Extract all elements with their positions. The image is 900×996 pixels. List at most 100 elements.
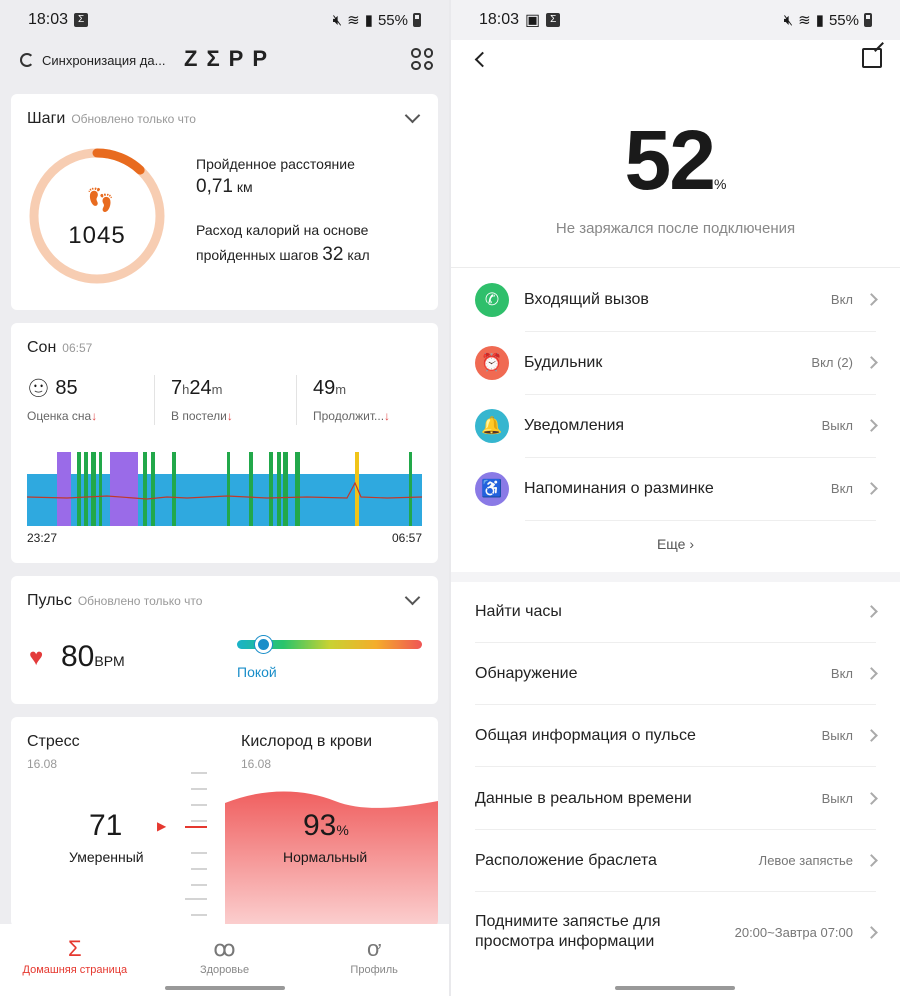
sleep-duration-label: Продолжит...↓ <box>313 409 391 423</box>
stress-oxygen-card[interactable]: Стресс 16.08 ▶ 71 Умеренный Кислород в к… <box>11 717 438 927</box>
feature-label: Входящий вызов <box>524 290 649 308</box>
app-header: Синхронизация да... ZΣPP <box>0 44 449 76</box>
chevron-right-icon <box>865 854 878 867</box>
feature-row-4[interactable]: ♿ Напоминания о разминке Вкл <box>451 457 900 520</box>
steps-title: Шаги Обновлено только что <box>27 110 196 127</box>
setting-label: Поднимите запястье для просмотра информа… <box>475 913 661 950</box>
alarm-icon: ⏰ <box>475 345 509 380</box>
profile-icon: ơ <box>366 936 382 961</box>
battery-icon <box>413 13 421 27</box>
battery-percent: 55% <box>377 11 408 29</box>
home-sigma-icon: Σ <box>68 936 82 961</box>
calories-unit: кал <box>347 247 370 263</box>
steps-updated: Обновлено только что <box>71 112 196 126</box>
gesture-handle <box>165 986 285 990</box>
device-settings-screen: 18:03 ▣ Σ 🔇︎ ≋ ▮ 55% 52% Не заряжался после п… <box>451 0 900 996</box>
setting-label: Найти часы <box>475 602 562 620</box>
zepp-notification-icon: Σ <box>74 13 89 27</box>
calories-value: 32 <box>322 244 344 265</box>
setting-row-6[interactable]: Поднимите запястье для просмотра информа… <box>451 891 900 973</box>
feature-row-2[interactable]: ⏰ Будильник Вкл (2) <box>451 331 900 394</box>
stress-pointer-icon: ▶ <box>157 819 167 833</box>
steps-card[interactable]: Шаги Обновлено только что 👣︎ 1045 Пройден… <box>11 94 438 310</box>
setting-row-5[interactable]: Расположение браслета Левое запястье <box>451 829 900 892</box>
stress-value: 71 <box>89 809 123 842</box>
signal-icon: ▮ <box>364 12 373 29</box>
status-bar: 18:03 Σ 🔇︎ ≋ ▮ 55% <box>0 0 449 40</box>
chevron-right-icon <box>865 792 878 805</box>
distance-value: 0,71 <box>196 176 233 197</box>
feature-label: Уведомления <box>524 416 625 434</box>
calories-row: пройденных шагов 32 кал <box>196 244 370 265</box>
more-link[interactable]: Еще › <box>451 536 900 552</box>
oxygen-label: Нормальный <box>283 849 368 865</box>
phone-icon: ✆ <box>475 282 509 317</box>
stress-date: 16.08 <box>27 757 58 771</box>
setting-row-1[interactable]: Найти часы <box>451 580 900 643</box>
chevron-right-icon <box>865 667 878 680</box>
setting-value: 20:00~Завтра 07:00 <box>734 924 853 940</box>
distance-value-row: 0,71 км <box>196 176 253 198</box>
down-arrow-icon: ↓ <box>91 409 98 423</box>
zepp-logo: ZΣPP <box>184 46 276 71</box>
gesture-handle <box>615 986 735 990</box>
setting-row-4[interactable]: Данные в реальном времени Выкл <box>451 767 900 830</box>
sleep-time: 06:57 <box>62 341 93 355</box>
back-button[interactable] <box>474 51 491 68</box>
sleep-duration: 49m <box>313 377 347 399</box>
device-battery-percent: 52% <box>624 113 727 207</box>
oxygen-date: 16.08 <box>241 757 272 771</box>
heart-zone-indicator <box>255 636 272 653</box>
chevron-right-icon <box>865 293 878 306</box>
pulse-updated: Обновлено только что <box>77 594 203 608</box>
feature-row-3[interactable]: 🔔 Уведомления Выкл <box>451 394 900 457</box>
setting-row-3[interactable]: Общая информация о пульсе Выкл <box>451 704 900 767</box>
chevron-down-icon[interactable] <box>404 589 421 606</box>
setting-value: Вкл <box>830 666 853 681</box>
feature-value: Вкл <box>830 292 853 307</box>
pulse-title: Пульс Обновлено только что <box>27 592 203 609</box>
feature-value: Выкл <box>821 418 853 433</box>
setting-value: Выкл <box>821 791 853 806</box>
wifi-icon: ≋ <box>798 12 811 29</box>
setting-label: Общая информация о пульсе <box>475 726 696 744</box>
pulse-card[interactable]: Пульс Обновлено только что ♥ 80BPM Покой <box>11 576 438 704</box>
setting-label: Обнаружение <box>475 664 578 682</box>
setting-label: Расположение браслета <box>475 851 657 869</box>
apps-grid-icon[interactable] <box>411 48 433 70</box>
battery-icon <box>864 13 872 27</box>
nav-home[interactable]: Σ Домашняя страница <box>0 924 150 996</box>
edit-icon[interactable] <box>862 48 882 68</box>
feature-row-1[interactable]: ✆ Входящий вызов Вкл <box>451 268 900 331</box>
feature-label: Напоминания о разминке <box>524 479 714 497</box>
chevron-down-icon[interactable] <box>404 107 421 124</box>
mute-icon: 🔇︎ <box>332 11 343 29</box>
sleep-card[interactable]: Сон 06:57 🙂︎ 85 Оценка сна↓ 7h24m В посте… <box>11 323 438 563</box>
steps-count: 1045 <box>68 222 126 249</box>
chevron-right-icon <box>865 356 878 369</box>
stress-label: Умеренный <box>69 849 144 865</box>
oxygen-value: 93% <box>303 809 349 842</box>
chevron-right-icon <box>865 605 878 618</box>
sleep-stages-chart <box>27 452 422 526</box>
setting-row-2[interactable]: Обнаружение Вкл <box>451 642 900 705</box>
clock: 18:03 <box>479 11 520 28</box>
chevron-right-icon <box>865 729 878 742</box>
nav-profile[interactable]: ơ Профиль <box>299 924 449 996</box>
setting-value: Левое запястье <box>758 853 853 868</box>
sleep-start: 23:27 <box>27 531 58 545</box>
sync-status: Синхронизация да... <box>42 52 166 68</box>
feature-label: Будильник <box>524 353 603 371</box>
pulse-value: 80BPM <box>61 640 125 673</box>
wifi-icon: ≋ <box>347 12 360 29</box>
smile-icon: 🙂︎ <box>27 378 50 398</box>
stress-title: Стресс <box>27 733 80 750</box>
clock: 18:03 <box>28 11 69 28</box>
zepp-home-screen: 18:03 Σ 🔇︎ ≋ ▮ 55% Синхронизация да... ZΣPP … <box>0 0 449 996</box>
sleep-title: Сон 06:57 <box>27 339 93 356</box>
chevron-right-icon <box>865 482 878 495</box>
down-arrow-icon: ↓ <box>226 409 233 423</box>
setting-value: Выкл <box>821 728 853 743</box>
chair-icon: ♿ <box>475 471 509 506</box>
sleep-score: 🙂︎ 85 <box>27 377 78 399</box>
